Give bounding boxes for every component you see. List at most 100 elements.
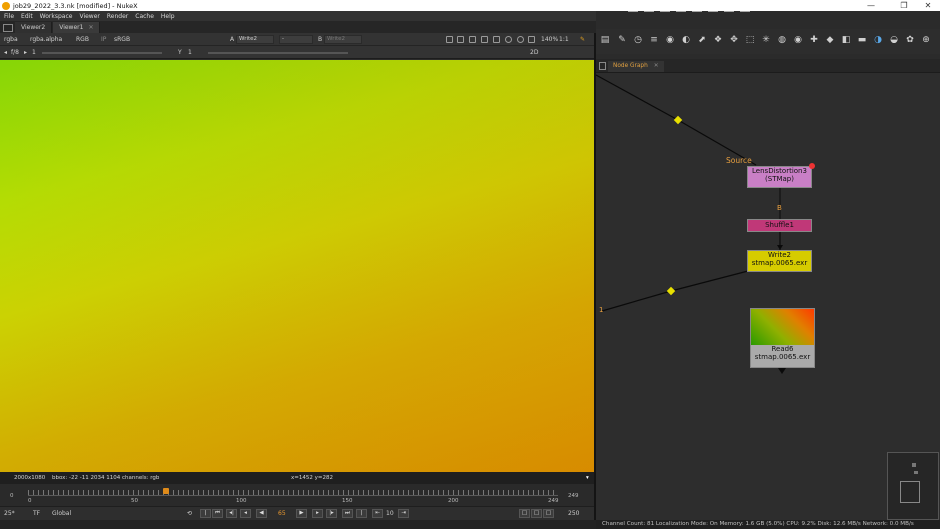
ip-toggle[interactable]: IP	[101, 36, 106, 43]
play-backward-icon[interactable]: ◀	[256, 509, 267, 518]
toolsets-icon[interactable]: ◆	[825, 35, 835, 45]
menu-render[interactable]: Render	[107, 13, 128, 20]
zoom-dropdown[interactable]: 140%	[541, 36, 558, 43]
minimize-button[interactable]: —	[860, 0, 882, 11]
viewer-canvas[interactable]	[0, 60, 594, 472]
step-forward-icon[interactable]: ▸	[312, 509, 323, 518]
tf-dropdown[interactable]: TF	[33, 510, 40, 517]
node-write2[interactable]: Write2 stmap.0065.exr	[747, 250, 812, 272]
transform-nodes-icon[interactable]: ✥	[729, 35, 739, 45]
draw-nodes-icon[interactable]: ✎	[617, 35, 627, 45]
gamma-value[interactable]: 1	[188, 49, 192, 56]
pane-menu-icon[interactable]	[3, 24, 13, 32]
image-nodes-icon[interactable]: ▤	[600, 35, 610, 45]
range-dropdown[interactable]: Global	[52, 510, 71, 517]
skip-step-icon[interactable]: ⇤	[372, 509, 383, 518]
cara-vr-icon[interactable]: ◑	[873, 35, 883, 45]
wipe-icon[interactable]	[493, 36, 500, 43]
lut-dropdown[interactable]: sRGB	[114, 36, 130, 43]
pause-refresh-icon[interactable]	[505, 36, 512, 43]
tab-viewer2[interactable]: Viewer2	[15, 22, 53, 33]
other-nodes-icon[interactable]: ◧	[841, 35, 851, 45]
node-read6[interactable]: Read6 stmap.0065.exr	[750, 308, 815, 368]
maximize-button[interactable]: ❐	[893, 0, 915, 11]
time-nodes-icon[interactable]: ◷	[633, 35, 643, 45]
node-lensdistortion3[interactable]: LensDistortion3 (STMap)	[747, 163, 815, 188]
keyer-nodes-icon[interactable]: ⬈	[697, 35, 707, 45]
mask-icon[interactable]	[457, 36, 464, 43]
plugins-icon[interactable]: ✿	[905, 35, 915, 45]
menu-edit[interactable]: Edit	[21, 13, 33, 20]
tab-node-graph[interactable]: Node Graph ✕	[608, 61, 664, 72]
metadata-nodes-icon[interactable]: ✚	[809, 35, 819, 45]
prev-keyframe-icon[interactable]: ◂|	[226, 509, 237, 518]
panel-handle-icon[interactable]	[660, 8, 670, 12]
menu-viewer[interactable]: Viewer	[79, 13, 99, 20]
in-point-icon[interactable]: |	[200, 509, 211, 518]
last-frame-icon[interactable]: ⏭	[342, 509, 353, 518]
flipbook-icon[interactable]: □	[519, 509, 530, 518]
close-button[interactable]: ✕	[917, 0, 939, 11]
panel-handle-icon[interactable]	[724, 8, 734, 12]
minimap-viewport[interactable]	[900, 481, 920, 503]
play-forward-icon[interactable]: ▶	[296, 509, 307, 518]
live-update-icon[interactable]	[517, 36, 524, 43]
loop-icon[interactable]: ⟲	[187, 510, 192, 517]
particles-nodes-icon[interactable]: ✳	[761, 35, 771, 45]
fstop-decrease-icon[interactable]: ◂	[4, 49, 7, 56]
menu-workspace[interactable]: Workspace	[40, 13, 73, 20]
a-input-dropdown[interactable]: Write2	[236, 35, 274, 44]
timeline[interactable]: 0 0 50 100 150 200 249 249	[0, 484, 596, 506]
end-frame-field[interactable]: 250	[568, 510, 579, 517]
tab-viewer1[interactable]: Viewer1 ✕	[53, 22, 101, 33]
fstop-value[interactable]: f/8	[11, 49, 19, 56]
annotate-icon[interactable]: ✎	[580, 36, 585, 43]
merge-nodes-icon[interactable]: ❖	[713, 35, 723, 45]
deep-nodes-icon[interactable]: ◍	[777, 35, 787, 45]
channel-nodes-icon[interactable]: ≡	[649, 35, 659, 45]
close-tab-icon[interactable]: ✕	[88, 24, 93, 31]
overlay-icon[interactable]	[481, 36, 488, 43]
out-point-icon[interactable]: |	[356, 509, 367, 518]
skip-forward-icon[interactable]: ⇥	[398, 509, 409, 518]
b-input-dropdown[interactable]: Write2	[324, 35, 362, 44]
gain-slider[interactable]	[42, 52, 162, 54]
alpha-dropdown[interactable]: rgba.alpha	[30, 36, 62, 43]
first-frame-icon[interactable]: ⏮	[212, 509, 223, 518]
clipping-icon[interactable]	[469, 36, 476, 43]
panel-handle-icon[interactable]	[740, 8, 750, 12]
pause-icon[interactable]	[528, 36, 535, 43]
gain-value[interactable]: 1	[32, 49, 36, 56]
pane-menu-icon[interactable]	[599, 62, 606, 70]
step-count-field[interactable]: 10	[386, 510, 394, 517]
next-keyframe-icon[interactable]: |▸	[326, 509, 337, 518]
node-shuffle1[interactable]: Shuffle1	[747, 219, 812, 232]
menu-cache[interactable]: Cache	[135, 13, 154, 20]
ratio-dropdown[interactable]: 1:1	[559, 36, 569, 43]
fps-dropdown[interactable]: 25*	[4, 510, 15, 517]
global-icon[interactable]: ⊕	[921, 35, 931, 45]
3d-nodes-icon[interactable]: ⬚	[745, 35, 755, 45]
step-back-icon[interactable]: ◂	[240, 509, 251, 518]
info-collapse-icon[interactable]: ▾	[586, 475, 589, 481]
panel-handle-icon[interactable]	[676, 8, 686, 12]
gamma-slider[interactable]	[208, 52, 348, 54]
channels-dropdown[interactable]: rgba	[4, 36, 18, 43]
ocula-icon[interactable]: ◒	[889, 35, 899, 45]
menu-help[interactable]: Help	[161, 13, 175, 20]
timeline-ruler[interactable]	[28, 490, 558, 496]
proxy-icon[interactable]: □	[531, 509, 542, 518]
roi-icon[interactable]	[446, 36, 453, 43]
panel-handle-icon[interactable]	[692, 8, 702, 12]
color-nodes-icon[interactable]: ◉	[665, 35, 675, 45]
close-tab-icon[interactable]: ✕	[654, 63, 659, 69]
furnace-nodes-icon[interactable]: ▬	[857, 35, 867, 45]
frame-increase-icon[interactable]: ▸	[24, 49, 27, 56]
playhead[interactable]	[163, 488, 169, 494]
node-graph-minimap[interactable]	[887, 452, 939, 520]
ab-operation-dropdown[interactable]: -	[279, 35, 313, 44]
views-nodes-icon[interactable]: ◉	[793, 35, 803, 45]
colorspace-dropdown[interactable]: RGB	[76, 36, 89, 43]
panel-handle-icon[interactable]	[644, 8, 654, 12]
filter-nodes-icon[interactable]: ◐	[681, 35, 691, 45]
